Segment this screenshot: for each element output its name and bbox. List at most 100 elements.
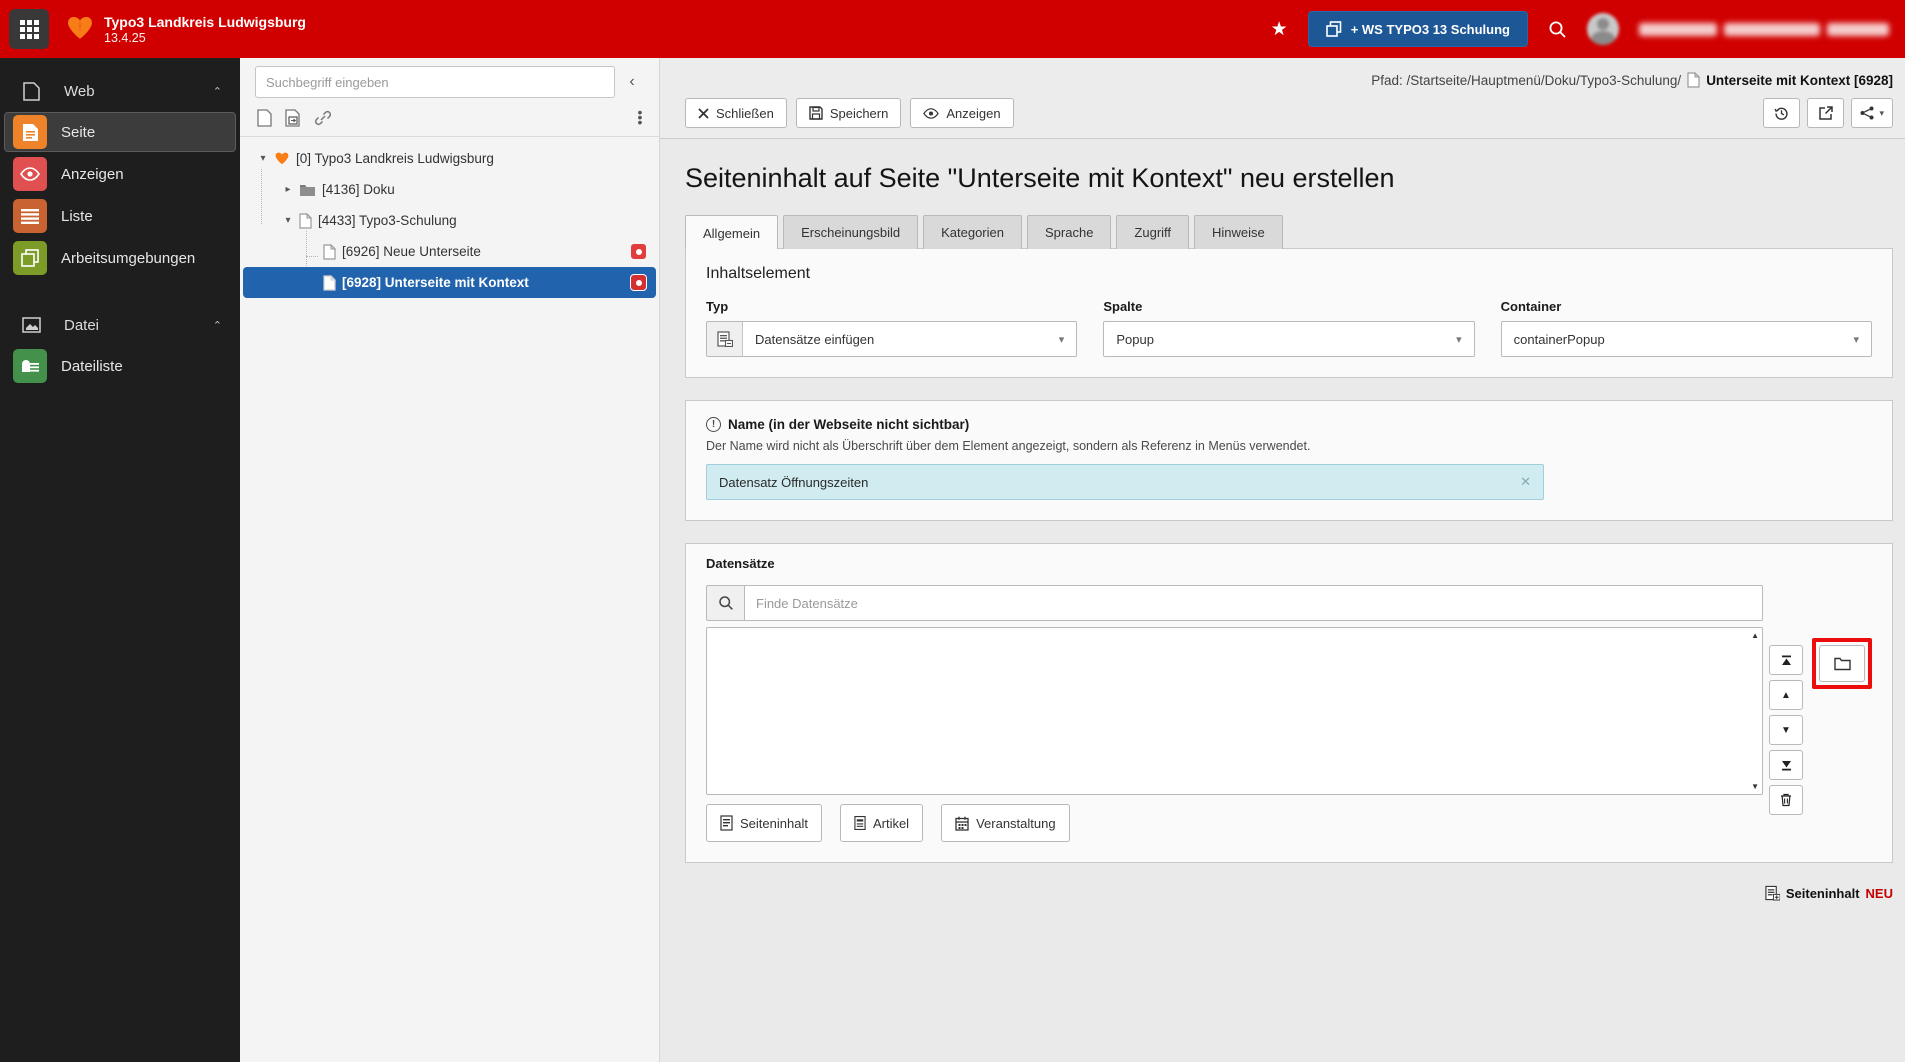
history-button[interactable] [1763, 98, 1800, 128]
trash-icon [1780, 793, 1792, 807]
tree-more-menu-icon[interactable]: ••• [631, 110, 649, 125]
save-icon [809, 106, 823, 120]
add-seiteninhalt-button[interactable]: Seiteninhalt [706, 804, 822, 842]
breadcrumb: Pfad: /Startseite/Hauptmenü/Doku/Typo3-S… [685, 68, 1893, 92]
calendar-icon [955, 816, 969, 831]
module-item-anzeigen[interactable]: Anzeigen [4, 154, 236, 194]
module-item-seite[interactable]: Seite [4, 112, 236, 152]
breadcrumb-current-page: Unterseite mit Kontext [6928] [1706, 73, 1893, 88]
page-icon [323, 275, 336, 291]
datensaetze-search-group [706, 585, 1763, 621]
topbar: Typo3 Landkreis Ludwigsburg 13.4.25 ★ + … [0, 0, 1905, 58]
clear-field-icon[interactable]: ✕ [1508, 474, 1543, 490]
chevron-down-icon: ▾ [1444, 333, 1474, 346]
move-down-button[interactable]: ▼ [1769, 715, 1803, 745]
tab-hinweise[interactable]: Hinweise [1194, 215, 1283, 249]
article-icon [854, 815, 866, 831]
workspace-versions-icon [1326, 21, 1342, 37]
move-to-bottom-button[interactable] [1769, 750, 1803, 780]
datei-group-icon [20, 317, 42, 333]
folder-icon [299, 183, 316, 197]
highlight-annotation [1812, 638, 1872, 689]
bookmark-star-icon[interactable]: ★ [1271, 18, 1288, 41]
tab-kategorien[interactable]: Kategorien [923, 215, 1022, 249]
spalte-select[interactable]: Popup ▾ [1103, 321, 1474, 357]
liste-module-icon [13, 199, 47, 233]
chevron-down-icon: ▾ [1879, 108, 1884, 119]
move-up-button[interactable]: ▲ [1769, 680, 1803, 710]
seite-module-icon [13, 115, 47, 149]
typ-select[interactable]: Datensätze einfügen ▾ [706, 321, 1077, 357]
section-datensaetze: Datensätze ▲ ▼ [685, 543, 1893, 863]
module-item-dateiliste[interactable]: Dateiliste [4, 346, 236, 386]
new-page-from-clipboard-icon[interactable] [285, 109, 301, 127]
scroll-down-icon[interactable]: ▼ [1751, 782, 1759, 791]
save-button[interactable]: Speichern [796, 98, 902, 128]
module-menu: Web ⌃ Seite Anzeigen Liste Arbeits [0, 58, 240, 1062]
tree-node-doku[interactable]: ▸ [4136] Doku [243, 174, 656, 205]
typo3-logo-icon [65, 14, 95, 44]
info-icon: ! [706, 417, 721, 432]
doc-header: Pfad: /Startseite/Hauptmenü/Doku/Typo3-S… [660, 58, 1905, 139]
datensaetze-search-input[interactable] [744, 585, 1763, 621]
page-icon [323, 244, 336, 260]
tree-node-unterseite-mit-kontext[interactable]: [6928] Unterseite mit Kontext [243, 267, 656, 298]
page-icon [1687, 72, 1700, 88]
restricted-page-badge [631, 244, 646, 259]
tab-zugriff[interactable]: Zugriff [1116, 215, 1189, 249]
module-group-web[interactable]: Web ⌃ [0, 72, 240, 110]
module-group-datei[interactable]: Datei ⌃ [0, 306, 240, 344]
workspace-button[interactable]: + WS TYPO3 13 Schulung [1308, 11, 1528, 47]
name-field-description: Der Name wird nicht als Überschrift über… [706, 439, 1872, 453]
share-menu-button[interactable]: ▾ [1851, 98, 1893, 128]
dateiliste-module-icon [13, 349, 47, 383]
user-display-name-redacted[interactable] [1639, 23, 1889, 36]
tree-search-input[interactable] [255, 66, 615, 98]
delete-button[interactable] [1769, 785, 1803, 815]
chevron-right-icon[interactable]: ▸ [281, 184, 295, 195]
user-avatar[interactable] [1587, 13, 1619, 45]
add-veranstaltung-button[interactable]: Veranstaltung [941, 804, 1070, 842]
chevron-down-icon[interactable]: ▾ [281, 215, 295, 226]
chevron-up-icon: ⌃ [213, 319, 222, 332]
page-title: Seiteninhalt auf Seite "Unterseite mit K… [685, 163, 1893, 194]
typo3-version: 13.4.25 [104, 31, 306, 45]
field-spalte: Spalte Popup ▾ [1103, 299, 1474, 357]
tree-toolbar: ••• [240, 98, 659, 128]
name-field-label: Name (in der Webseite nicht sichtbar) [728, 417, 969, 432]
history-icon [1774, 106, 1789, 121]
new-content-element-link[interactable]: Seiteninhalt NEU [685, 885, 1893, 901]
add-artikel-button[interactable]: Artikel [840, 804, 923, 842]
module-item-liste[interactable]: Liste [4, 196, 236, 236]
tab-erscheinungsbild[interactable]: Erscheinungsbild [783, 215, 918, 249]
arbeitsumgebungen-module-icon [13, 241, 47, 275]
tree-node-root[interactable]: ▾ [0] Typo3 Landkreis Ludwigsburg [243, 143, 656, 174]
browse-records-button[interactable] [1819, 645, 1865, 682]
datensaetze-listbox[interactable]: ▲ ▼ [706, 627, 1763, 795]
module-menu-toggle-button[interactable] [9, 9, 49, 49]
mount-link-icon[interactable] [314, 110, 332, 126]
collapse-navigation-icon[interactable]: ‹ [615, 73, 649, 91]
tree-node-typo3-schulung[interactable]: ▾ [4433] Typo3-Schulung [243, 205, 656, 236]
close-button[interactable]: Schließen [685, 98, 787, 128]
page-tree: ▾ [0] Typo3 Landkreis Ludwigsburg ▸ [413… [240, 143, 659, 298]
module-item-arbeitsumgebungen[interactable]: Arbeitsumgebungen [4, 238, 236, 278]
restricted-page-badge [631, 275, 646, 290]
chevron-up-icon: ⌃ [213, 85, 222, 98]
search-icon[interactable] [1548, 20, 1567, 39]
container-select[interactable]: containerPopup ▾ [1501, 321, 1872, 357]
new-page-icon[interactable] [257, 109, 272, 127]
list-reorder-controls: ▲ ▼ [1769, 645, 1803, 815]
chevron-down-icon[interactable]: ▾ [256, 153, 270, 164]
field-container: Container containerPopup ▾ [1501, 299, 1872, 357]
name-input[interactable] [707, 475, 1508, 490]
typo3-site-icon [274, 151, 290, 167]
close-icon [698, 108, 709, 119]
move-to-top-button[interactable] [1769, 645, 1803, 675]
view-button[interactable]: Anzeigen [910, 98, 1013, 128]
scroll-up-icon[interactable]: ▲ [1751, 631, 1759, 640]
tab-allgemein[interactable]: Allgemein [685, 215, 778, 249]
open-in-new-window-button[interactable] [1807, 98, 1844, 128]
tab-sprache[interactable]: Sprache [1027, 215, 1111, 249]
tree-node-neue-unterseite[interactable]: [6926] Neue Unterseite [243, 236, 656, 267]
